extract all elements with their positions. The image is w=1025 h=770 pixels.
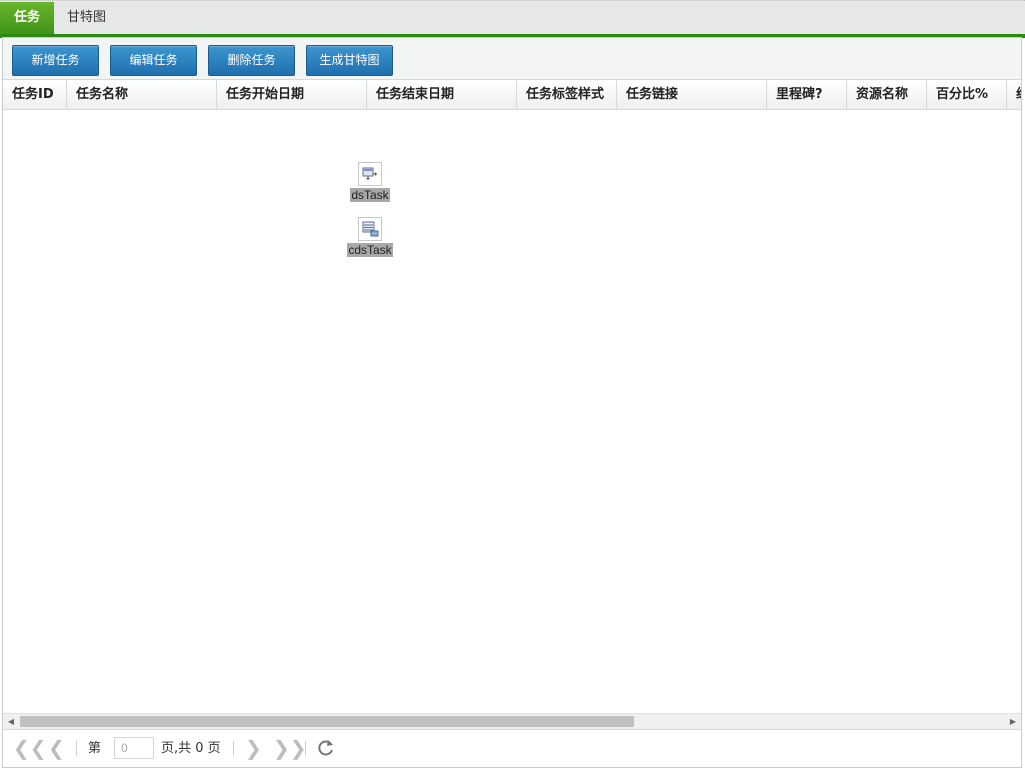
pagination-bar: ❮❮ ❮ 第 页,共 0 页 ❯ ❯❯ [3, 729, 1021, 767]
app-window: 任务 甘特图 新增任务 编辑任务 删除任务 生成甘特图 任务ID 任务名称 任务… [0, 0, 1025, 770]
tab-gantt[interactable]: 甘特图 [53, 2, 120, 34]
scrollbar-thumb[interactable] [20, 716, 634, 727]
generate-gantt-button[interactable]: 生成甘特图 [306, 45, 393, 76]
prev-page-icon[interactable]: ❮ [48, 737, 65, 759]
client-dataset-icon [358, 217, 382, 241]
column-header-task-id[interactable]: 任务ID [3, 80, 67, 109]
tab-bar: 任务 甘特图 [0, 0, 1025, 38]
column-header-group[interactable]: 组 [1007, 80, 1021, 109]
column-header-task-link[interactable]: 任务链接 [617, 80, 767, 109]
column-header-end-date[interactable]: 任务结束日期 [367, 80, 517, 109]
dataset-label: dsTask [350, 188, 390, 202]
page-number-input[interactable] [114, 737, 154, 759]
column-header-milestone[interactable]: 里程碑? [767, 80, 847, 109]
dataset-icon [358, 162, 382, 186]
task-panel: 新增任务 编辑任务 删除任务 生成甘特图 任务ID 任务名称 任务开始日期 任务… [2, 37, 1022, 768]
scroll-right-icon[interactable]: ▶ [1005, 714, 1021, 729]
column-header-task-name[interactable]: 任务名称 [67, 80, 217, 109]
delete-task-button[interactable]: 删除任务 [208, 45, 295, 76]
column-header-percent[interactable]: 百分比% [927, 80, 1007, 109]
toolbar: 新增任务 编辑任务 删除任务 生成甘特图 [3, 38, 1021, 80]
refresh-icon[interactable] [316, 737, 336, 759]
separator [76, 741, 77, 756]
grid-body: dsTask cdsTask [3, 110, 1021, 713]
page-total-label: 页,共 0 页 [161, 741, 221, 756]
next-page-icon[interactable]: ❯ [245, 737, 262, 759]
page-label: 第 [88, 741, 102, 756]
column-header-start-date[interactable]: 任务开始日期 [217, 80, 367, 109]
dataset-cdstask[interactable]: cdsTask [343, 217, 397, 258]
dataset-label: cdsTask [347, 243, 393, 257]
separator [233, 741, 234, 756]
tab-tasks[interactable]: 任务 [0, 2, 54, 34]
dataset-dstask[interactable]: dsTask [347, 162, 393, 203]
horizontal-scrollbar[interactable]: ◀ ▶ [3, 713, 1021, 729]
grid-header: 任务ID 任务名称 任务开始日期 任务结束日期 任务标签样式 任务链接 里程碑?… [3, 80, 1021, 110]
column-header-label-style[interactable]: 任务标签样式 [517, 80, 617, 109]
column-header-resource-name[interactable]: 资源名称 [847, 80, 927, 109]
scroll-left-icon[interactable]: ◀ [3, 714, 19, 729]
last-page-icon[interactable]: ❯❯ [273, 737, 307, 759]
edit-task-button[interactable]: 编辑任务 [110, 45, 197, 76]
separator [305, 741, 306, 756]
first-page-icon[interactable]: ❮❮ [13, 737, 47, 759]
add-task-button[interactable]: 新增任务 [12, 45, 99, 76]
